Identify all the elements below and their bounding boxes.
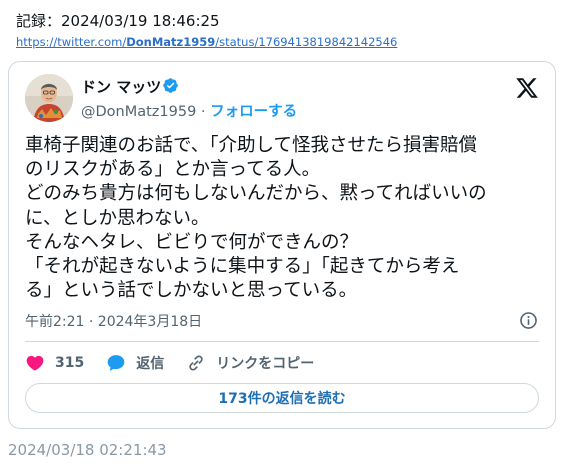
tweet-text-line: る」という話でしかないと思っている。 [25,280,358,302]
like-count: 315 [55,355,85,371]
reply-bubble-icon [107,355,125,371]
info-icon[interactable] [519,311,538,330]
tweet-timestamp[interactable]: 午前2:21 · 2024年3月18日 [25,311,202,331]
separator: · [196,104,211,120]
copy-link-button[interactable]: リンクをコピー [186,353,314,373]
copy-link-label: リンクをコピー [216,356,315,372]
tweet-text-line: 「それが起きないように集中する」「起きてから考え [25,256,460,278]
display-name[interactable]: ドン マッツ [81,76,161,97]
follow-button[interactable]: フォローする [210,104,297,120]
tweet-text-line: に、としか思わない。 [25,207,210,229]
reply-label: 返信 [136,356,165,372]
avatar-photo [25,74,73,122]
handle-row: @DonMatz1959 · フォローする [81,100,297,121]
link-icon [189,355,203,371]
like-button[interactable]: 315 [25,353,84,373]
tweet-card: ドン マッツ @DonMatz1959 · フォローする 車椅子関連のお話で、「… [8,61,556,429]
url-suffix: /status/1769413819842142546 [215,35,398,49]
tweet-text-line: のリスクがある」とか言ってる人。 [25,159,321,181]
tweet-text-line: 車椅子関連のお話で、「介助して怪我させたら損害賠償 [25,135,477,156]
tweet-text-line: どのみち貴方は何もしないんだから、黙ってればいいの [25,183,487,205]
url-user: DonMatz1959 [126,35,216,49]
handle[interactable]: @DonMatz1959 [81,104,196,120]
tweet-url-link[interactable]: https://twitter.com/DonMatz1959/status/1… [16,35,397,49]
url-prefix: https://twitter.com/ [16,35,127,49]
heart-icon [26,355,44,371]
verified-badge-icon [163,78,178,93]
captured-time: 2024/03/18 02:21:43 [8,441,167,459]
read-replies-button[interactable]: 173件の返信を読む [25,383,539,413]
tweet-text: 車椅子関連のお話で、「介助して怪我させたら損害賠償 のリスクがある」とか言ってる… [25,134,545,303]
action-bar: 315 返信 リンクをコピー [25,351,336,375]
x-logo-icon[interactable] [515,76,539,100]
reply-button[interactable]: 返信 [106,353,164,373]
avatar[interactable] [25,74,73,122]
tweet-text-line: そんなヘタレ、ビビりで何ができんの？ [25,231,359,253]
divider [25,341,539,342]
record-timestamp: 記録：2024/03/19 18:46:25 [16,12,220,30]
